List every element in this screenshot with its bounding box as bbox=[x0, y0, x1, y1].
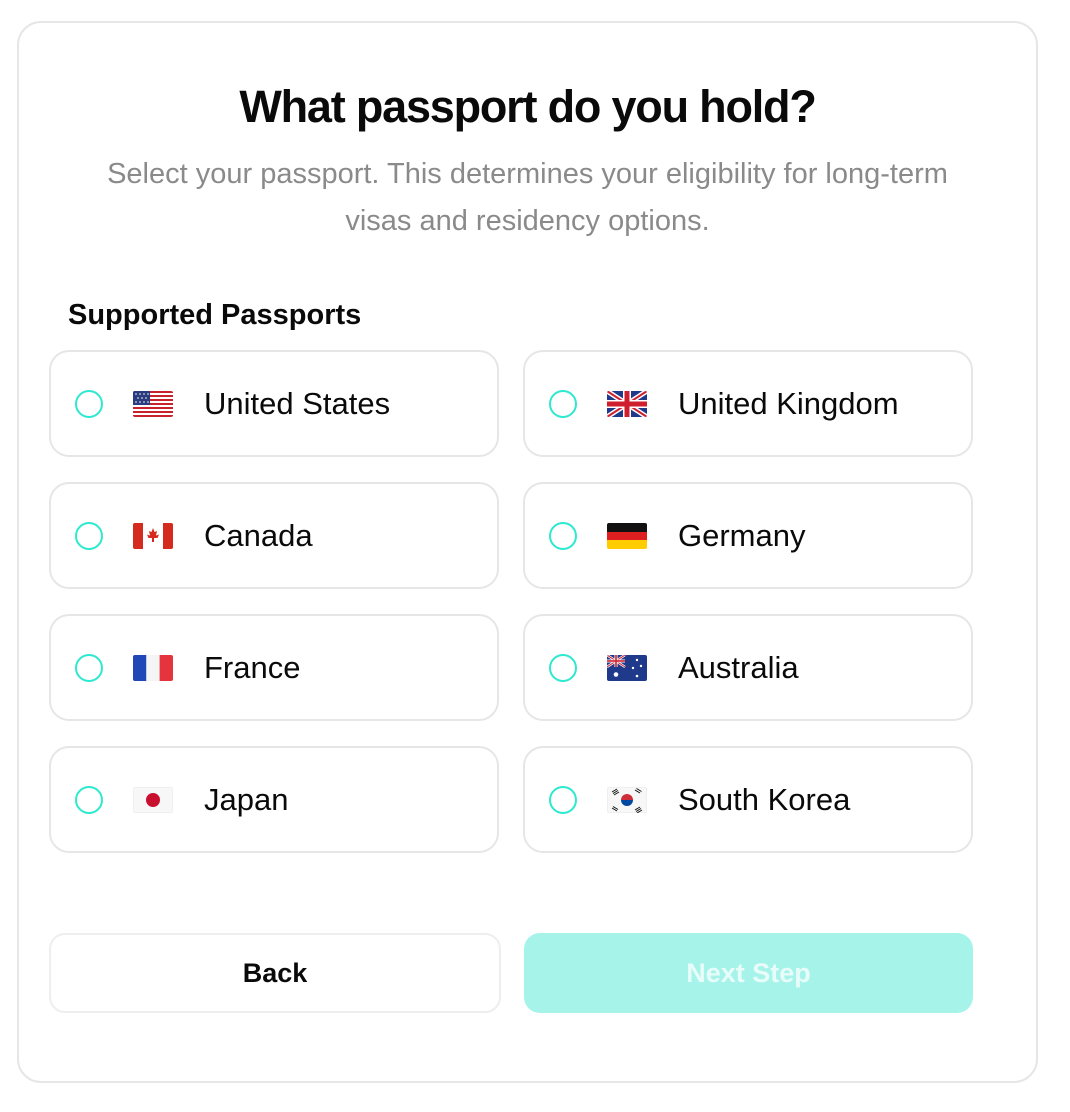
radio-button[interactable] bbox=[75, 653, 103, 682]
passport-option-germany[interactable]: Germany bbox=[523, 482, 973, 589]
passport-option-south-korea[interactable]: South Korea bbox=[523, 746, 973, 853]
country-name: Germany bbox=[678, 517, 806, 553]
uk-flag-icon bbox=[607, 390, 647, 417]
country-name: France bbox=[204, 649, 301, 685]
country-name: Canada bbox=[204, 517, 313, 553]
radio-button[interactable] bbox=[549, 785, 577, 814]
germany-flag-icon bbox=[607, 522, 647, 549]
passport-options-grid: United States United Kingdom Canada Germ… bbox=[49, 350, 973, 853]
australia-flag-icon bbox=[607, 654, 647, 681]
passport-option-japan[interactable]: Japan bbox=[49, 746, 499, 853]
passport-option-united-kingdom[interactable]: United Kingdom bbox=[523, 350, 973, 457]
radio-button[interactable] bbox=[549, 389, 577, 418]
radio-button[interactable] bbox=[549, 653, 577, 682]
country-name: United States bbox=[204, 385, 391, 421]
section-label: Supported Passports bbox=[68, 299, 362, 331]
radio-button[interactable] bbox=[549, 521, 577, 550]
passport-option-australia[interactable]: Australia bbox=[523, 614, 973, 721]
radio-button[interactable] bbox=[75, 785, 103, 814]
next-step-button[interactable]: Next Step bbox=[524, 933, 973, 1013]
south-korea-flag-icon bbox=[607, 786, 647, 813]
japan-flag-icon bbox=[133, 786, 173, 813]
passport-option-france[interactable]: France bbox=[49, 614, 499, 721]
radio-button[interactable] bbox=[75, 521, 103, 550]
country-name: Japan bbox=[204, 781, 289, 817]
us-flag-icon bbox=[133, 390, 173, 417]
country-name: South Korea bbox=[678, 781, 851, 817]
passport-option-canada[interactable]: Canada bbox=[49, 482, 499, 589]
country-name: Australia bbox=[678, 649, 799, 685]
page-title: What passport do you hold? bbox=[239, 81, 816, 132]
back-button[interactable]: Back bbox=[49, 933, 501, 1013]
france-flag-icon bbox=[133, 654, 173, 681]
radio-button[interactable] bbox=[75, 389, 103, 418]
country-name: United Kingdom bbox=[678, 385, 899, 421]
canada-flag-icon bbox=[133, 522, 173, 549]
passport-option-united-states[interactable]: United States bbox=[49, 350, 499, 457]
page-subtitle: Select your passport. This determines yo… bbox=[107, 158, 948, 237]
